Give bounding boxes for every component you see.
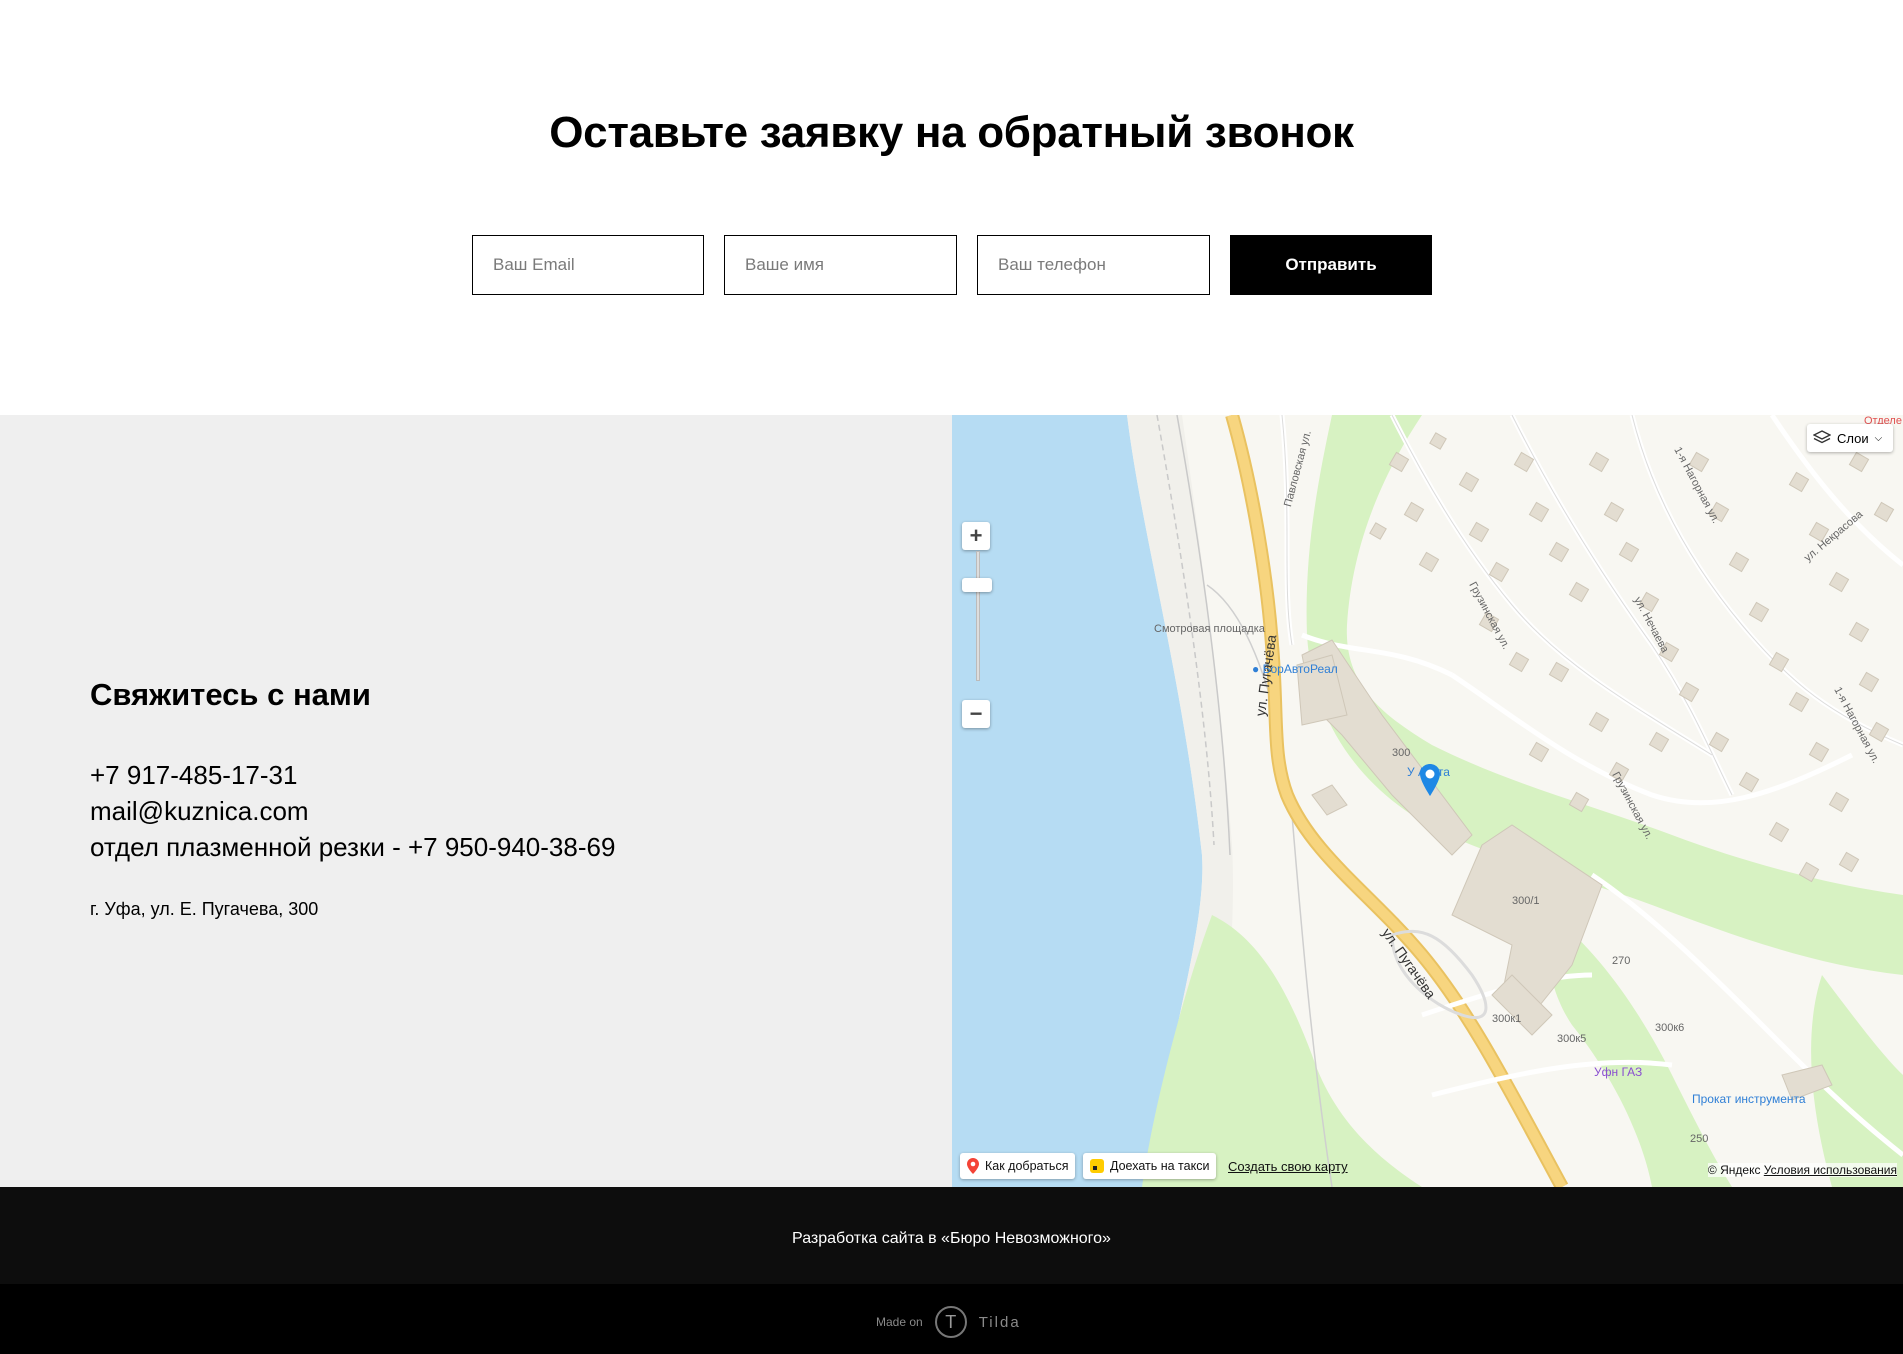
taxi-label: Доехать на такси bbox=[1110, 1159, 1210, 1173]
footer-dev: Разработка сайта в «Бюро Невозможного» bbox=[0, 1187, 1903, 1284]
footer-tilda: Made on T Tilda bbox=[0, 1284, 1903, 1354]
made-on-label: Made on bbox=[876, 1315, 923, 1329]
terms-link[interactable]: Условия использования bbox=[1764, 1163, 1897, 1177]
map-building-label-300k1: 300к1 bbox=[1492, 1013, 1522, 1025]
route-button[interactable]: Как добраться bbox=[960, 1153, 1076, 1179]
submit-button[interactable]: Отправить bbox=[1230, 235, 1432, 295]
callback-section: Оставьте заявку на обратный звонок Отпра… bbox=[0, 0, 1903, 415]
route-label: Как добраться bbox=[985, 1159, 1069, 1173]
map-building-label-270: 270 bbox=[1612, 955, 1631, 967]
contact-phone[interactable]: +7 917-485-17-31 bbox=[90, 760, 297, 791]
map-building-label-300k6: 300к6 bbox=[1655, 1022, 1685, 1034]
contacts-title: Свяжитесь с нами bbox=[90, 677, 371, 712]
layers-button[interactable]: Слои ⌵ bbox=[1807, 424, 1893, 452]
tilda-logo-icon: T bbox=[934, 1306, 967, 1338]
map-viewpoint-label: Смотровая площадка bbox=[1154, 623, 1265, 635]
zoom-out-button[interactable]: − bbox=[962, 700, 990, 728]
route-pin-icon bbox=[967, 1158, 979, 1174]
tilda-wordmark: Tilda bbox=[978, 1313, 1021, 1331]
contact-plasma-phone: отдел плазменной резки - +7 950-940-38-6… bbox=[90, 832, 616, 862]
map-building-label-300k5: 300к5 bbox=[1557, 1033, 1587, 1045]
tilda-badge[interactable]: Made on T Tilda bbox=[876, 1306, 1021, 1338]
contact-address: г. Уфа, ул. Е. Пугачева, 300 bbox=[90, 899, 319, 919]
map-building-label-300: 300 bbox=[1392, 747, 1411, 759]
copyright-text: © Яндекс bbox=[1707, 1163, 1761, 1177]
map-poi-borauto: ● БорАвтоРеал bbox=[1252, 662, 1338, 676]
map-canvas bbox=[952, 415, 1903, 1187]
location-pin-icon[interactable] bbox=[1418, 763, 1442, 797]
layers-icon bbox=[1813, 430, 1831, 444]
map-building-label-300-1: 300/1 bbox=[1512, 895, 1540, 907]
zoom-slider-track[interactable] bbox=[976, 551, 980, 681]
callback-title: Оставьте заявку на обратный звонок bbox=[549, 108, 1354, 157]
map-building-label-250: 250 bbox=[1690, 1133, 1709, 1145]
chevron-down-icon: ⌵ bbox=[1874, 432, 1883, 444]
zoom-in-button[interactable]: + bbox=[962, 522, 990, 550]
contact-email[interactable]: mail@kuznica.com bbox=[90, 796, 309, 827]
phone-input[interactable] bbox=[977, 235, 1210, 295]
contacts-section: Свяжитесь с нами +7 917-485-17-31 mail@k… bbox=[0, 415, 952, 1187]
map-poi-rent: Прокат инструмента bbox=[1692, 1092, 1806, 1106]
map-widget[interactable]: ул. Пугачёва ул. Пугачёва Смотровая площ… bbox=[952, 415, 1903, 1187]
map-copyright: © Яндекс Условия использования bbox=[1707, 1163, 1897, 1177]
name-input[interactable] bbox=[724, 235, 957, 295]
zoom-slider-handle[interactable] bbox=[962, 578, 992, 592]
taxi-icon bbox=[1090, 1159, 1104, 1173]
create-map-link[interactable]: Создать свою карту bbox=[1228, 1159, 1348, 1174]
footer-dev-text[interactable]: Разработка сайта в «Бюро Невозможного» bbox=[0, 1230, 1903, 1248]
map-poi-gas: Уфн ГАЗ bbox=[1594, 1065, 1643, 1079]
taxi-button[interactable]: Доехать на такси bbox=[1083, 1153, 1217, 1179]
email-input[interactable] bbox=[472, 235, 704, 295]
layers-label: Слои bbox=[1837, 430, 1869, 446]
